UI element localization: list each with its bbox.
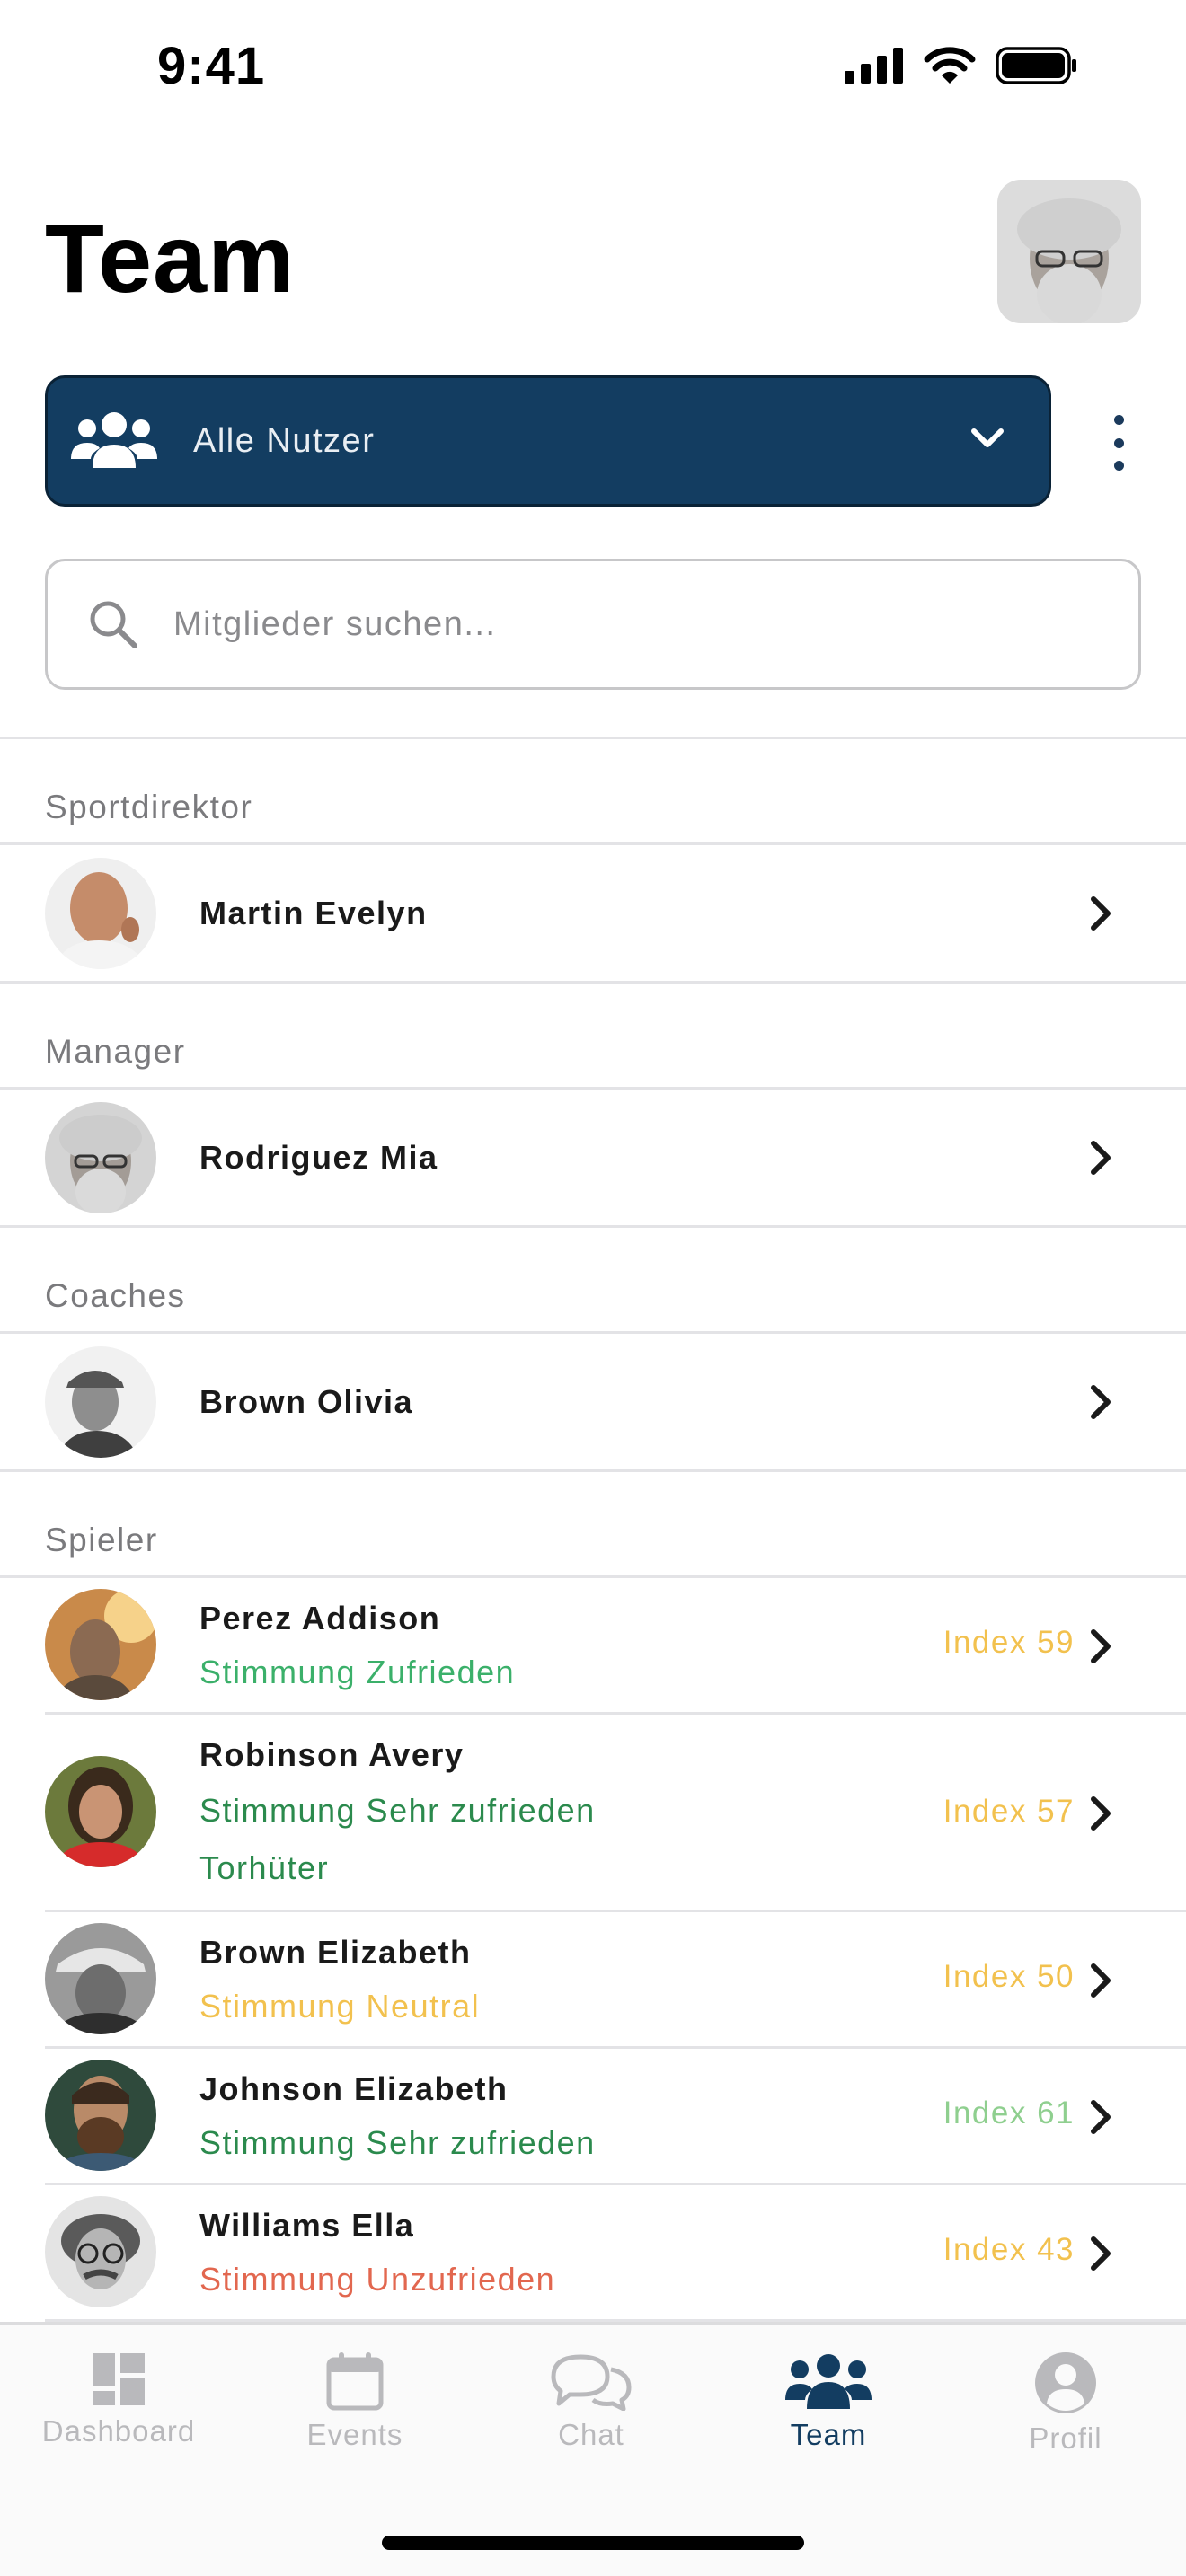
player-row[interactable]: Brown Elizabeth Stimmung Neutral Index 5…	[45, 1912, 1186, 2049]
profile-icon	[1035, 2352, 1096, 2413]
page-title: Team	[45, 204, 296, 313]
mood-status: Stimmung Sehr zufrieden	[199, 1792, 596, 1829]
chevron-right-icon	[1091, 2100, 1111, 2134]
avatar	[45, 2196, 156, 2307]
section-header-coaches: Coaches	[0, 1228, 1186, 1334]
tab-label: Chat	[558, 2418, 624, 2451]
mood-status: Stimmung Neutral	[199, 1988, 481, 2025]
player-name: Brown Elizabeth	[199, 1934, 472, 1971]
calendar-icon	[326, 2352, 384, 2411]
player-name: Perez Addison	[199, 1600, 441, 1636]
battery-icon	[996, 47, 1076, 84]
chevron-right-icon	[1091, 1796, 1111, 1831]
more-options-button[interactable]	[1101, 415, 1137, 471]
user-avatar[interactable]	[997, 180, 1141, 323]
index-value: Index 59	[943, 1625, 1075, 1660]
index-value: Index 61	[943, 2095, 1075, 2130]
dashboard-icon	[93, 2353, 145, 2405]
tab-label: Team	[790, 2418, 867, 2451]
group-icon	[71, 412, 157, 468]
player-row[interactable]: Johnson Elizabeth Stimmung Sehr zufriede…	[45, 2049, 1186, 2185]
index-value: Index 57	[943, 1794, 1075, 1829]
player-name: Williams Ella	[199, 2207, 415, 2244]
avatar	[45, 1589, 156, 1700]
avatar	[45, 1756, 156, 1867]
player-row[interactable]: Robinson Avery Stimmung Sehr zufrieden T…	[45, 1715, 1186, 1912]
section-header-sportdirektor: Sportdirektor	[0, 739, 1186, 845]
mood-status: Stimmung Zufrieden	[199, 1654, 516, 1690]
avatar	[45, 1923, 156, 2034]
search-icon	[90, 601, 137, 648]
tab-label: Dashboard	[41, 2414, 196, 2448]
tab-label: Events	[306, 2418, 403, 2451]
home-indicator	[382, 2536, 804, 2550]
player-position: Torhüter	[199, 1849, 330, 1886]
member-name: Martin Evelyn	[199, 894, 428, 931]
more-dot	[1113, 437, 1124, 448]
status-time: 9:41	[157, 37, 266, 95]
chevron-right-icon	[1091, 1963, 1111, 1998]
chevron-right-icon	[1091, 1140, 1111, 1175]
avatar	[45, 1101, 156, 1213]
chevron-right-icon	[1091, 1384, 1111, 1419]
tab-chat[interactable]: Chat	[492, 2351, 690, 2452]
avatar	[45, 857, 156, 969]
wifi-icon	[924, 47, 976, 84]
signal-icon	[845, 48, 903, 84]
team-list: Sportdirektor Martin Evelyn Manager Rodr…	[0, 739, 1186, 2322]
avatar	[45, 2060, 156, 2171]
member-row[interactable]: Rodriguez Mia	[0, 1090, 1186, 1228]
chevron-down-icon	[971, 428, 1004, 447]
mood-status: Stimmung Unzufrieden	[199, 2261, 556, 2298]
member-row[interactable]: Martin Evelyn	[0, 845, 1186, 984]
member-name: Rodriguez Mia	[199, 1138, 438, 1176]
status-bar: 9:41	[0, 0, 1186, 135]
player-name: Robinson Avery	[199, 1736, 465, 1773]
member-row[interactable]: Brown Olivia	[0, 1334, 1186, 1472]
chevron-right-icon	[1091, 1629, 1111, 1663]
member-name: Brown Olivia	[199, 1382, 414, 1420]
section-header-manager: Manager	[0, 984, 1186, 1090]
search-input[interactable]	[173, 604, 1072, 644]
tab-events[interactable]: Events	[256, 2351, 454, 2452]
user-filter-select[interactable]: Alle Nutzer	[45, 375, 1051, 507]
tab-profil[interactable]: Profil	[967, 2351, 1164, 2456]
section-header-spieler: Spieler	[0, 1472, 1186, 1578]
search-box[interactable]	[45, 559, 1141, 690]
player-row[interactable]: Williams Ella Stimmung Unzufrieden Index…	[45, 2185, 1186, 2322]
avatar	[45, 1345, 156, 1458]
tab-dashboard[interactable]: Dashboard	[20, 2351, 217, 2448]
chevron-right-icon	[1091, 895, 1111, 931]
player-name: Johnson Elizabeth	[199, 2070, 509, 2107]
mood-status: Stimmung Sehr zufrieden	[199, 2124, 596, 2161]
tab-team[interactable]: Team	[730, 2351, 927, 2452]
tab-label: Profil	[1029, 2422, 1102, 2455]
filter-label: Alle Nutzer	[193, 421, 376, 460]
team-icon	[785, 2354, 872, 2409]
player-row[interactable]: Perez Addison Stimmung Zufrieden Index 5…	[45, 1578, 1186, 1715]
chat-icon	[551, 2354, 632, 2411]
chevron-right-icon	[1091, 2236, 1111, 2271]
more-dot	[1113, 415, 1124, 425]
index-value: Index 50	[943, 1959, 1075, 1994]
status-icons	[845, 47, 1078, 84]
more-dot	[1113, 461, 1124, 471]
index-value: Index 43	[943, 2232, 1075, 2267]
